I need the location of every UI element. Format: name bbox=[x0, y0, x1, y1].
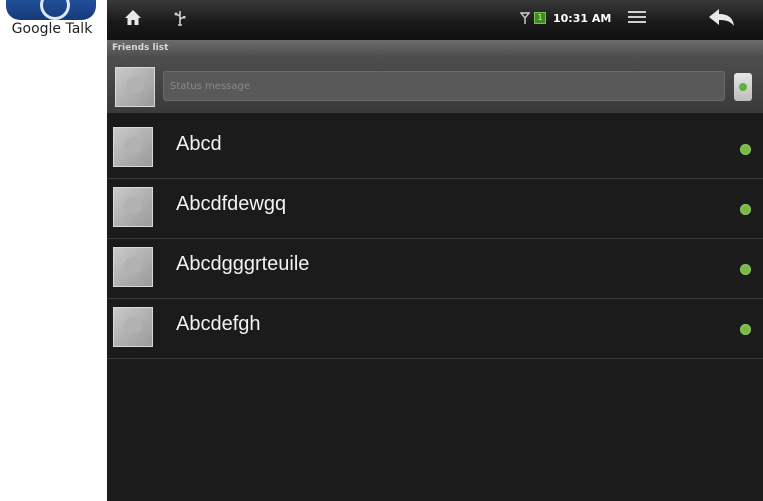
app-label[interactable]: Google Talk bbox=[0, 21, 104, 37]
friend-avatar bbox=[113, 127, 153, 167]
title-bar: Friends list bbox=[107, 40, 763, 59]
friend-item[interactable]: Abcdfdewgq bbox=[107, 179, 763, 239]
friend-name: Abcd bbox=[176, 133, 222, 155]
friend-avatar bbox=[113, 187, 153, 227]
page-title: Friends list bbox=[112, 43, 169, 53]
friend-item[interactable]: Abcdgggrteuile bbox=[107, 239, 763, 299]
friend-avatar bbox=[113, 247, 153, 287]
online-status-icon bbox=[740, 324, 751, 335]
presence-dot-icon bbox=[739, 83, 747, 91]
home-icon[interactable] bbox=[124, 9, 142, 27]
clock: 10:31 AM bbox=[553, 12, 612, 25]
presence-status-button[interactable] bbox=[734, 73, 752, 101]
friend-avatar bbox=[113, 307, 153, 347]
friend-item[interactable]: Abcd bbox=[107, 119, 763, 179]
friend-name: Abcdgggrteuile bbox=[176, 253, 310, 275]
usb-icon bbox=[174, 11, 186, 26]
friend-name: Abcdefgh bbox=[176, 313, 261, 335]
device-screen: 1 10:31 AM Friends list Abcd Abcdfdewgq … bbox=[107, 0, 763, 501]
friend-name: Abcdfdewgq bbox=[176, 193, 287, 215]
online-status-icon bbox=[740, 204, 751, 215]
my-avatar[interactable] bbox=[115, 67, 155, 107]
online-status-icon bbox=[740, 264, 751, 275]
google-talk-icon[interactable] bbox=[6, 0, 96, 20]
menu-icon[interactable] bbox=[628, 11, 646, 25]
online-status-icon bbox=[740, 144, 751, 155]
status-bar: 1 10:31 AM bbox=[107, 0, 763, 40]
signal-icon bbox=[520, 12, 530, 24]
battery-icon: 1 bbox=[534, 12, 546, 24]
status-message-input[interactable] bbox=[163, 71, 725, 101]
friends-list: Abcd Abcdfdewgq Abcdgggrteuile Abcdefgh bbox=[107, 119, 763, 359]
friend-item[interactable]: Abcdefgh bbox=[107, 299, 763, 359]
back-arrow-icon[interactable] bbox=[707, 7, 735, 29]
status-row bbox=[107, 59, 763, 113]
